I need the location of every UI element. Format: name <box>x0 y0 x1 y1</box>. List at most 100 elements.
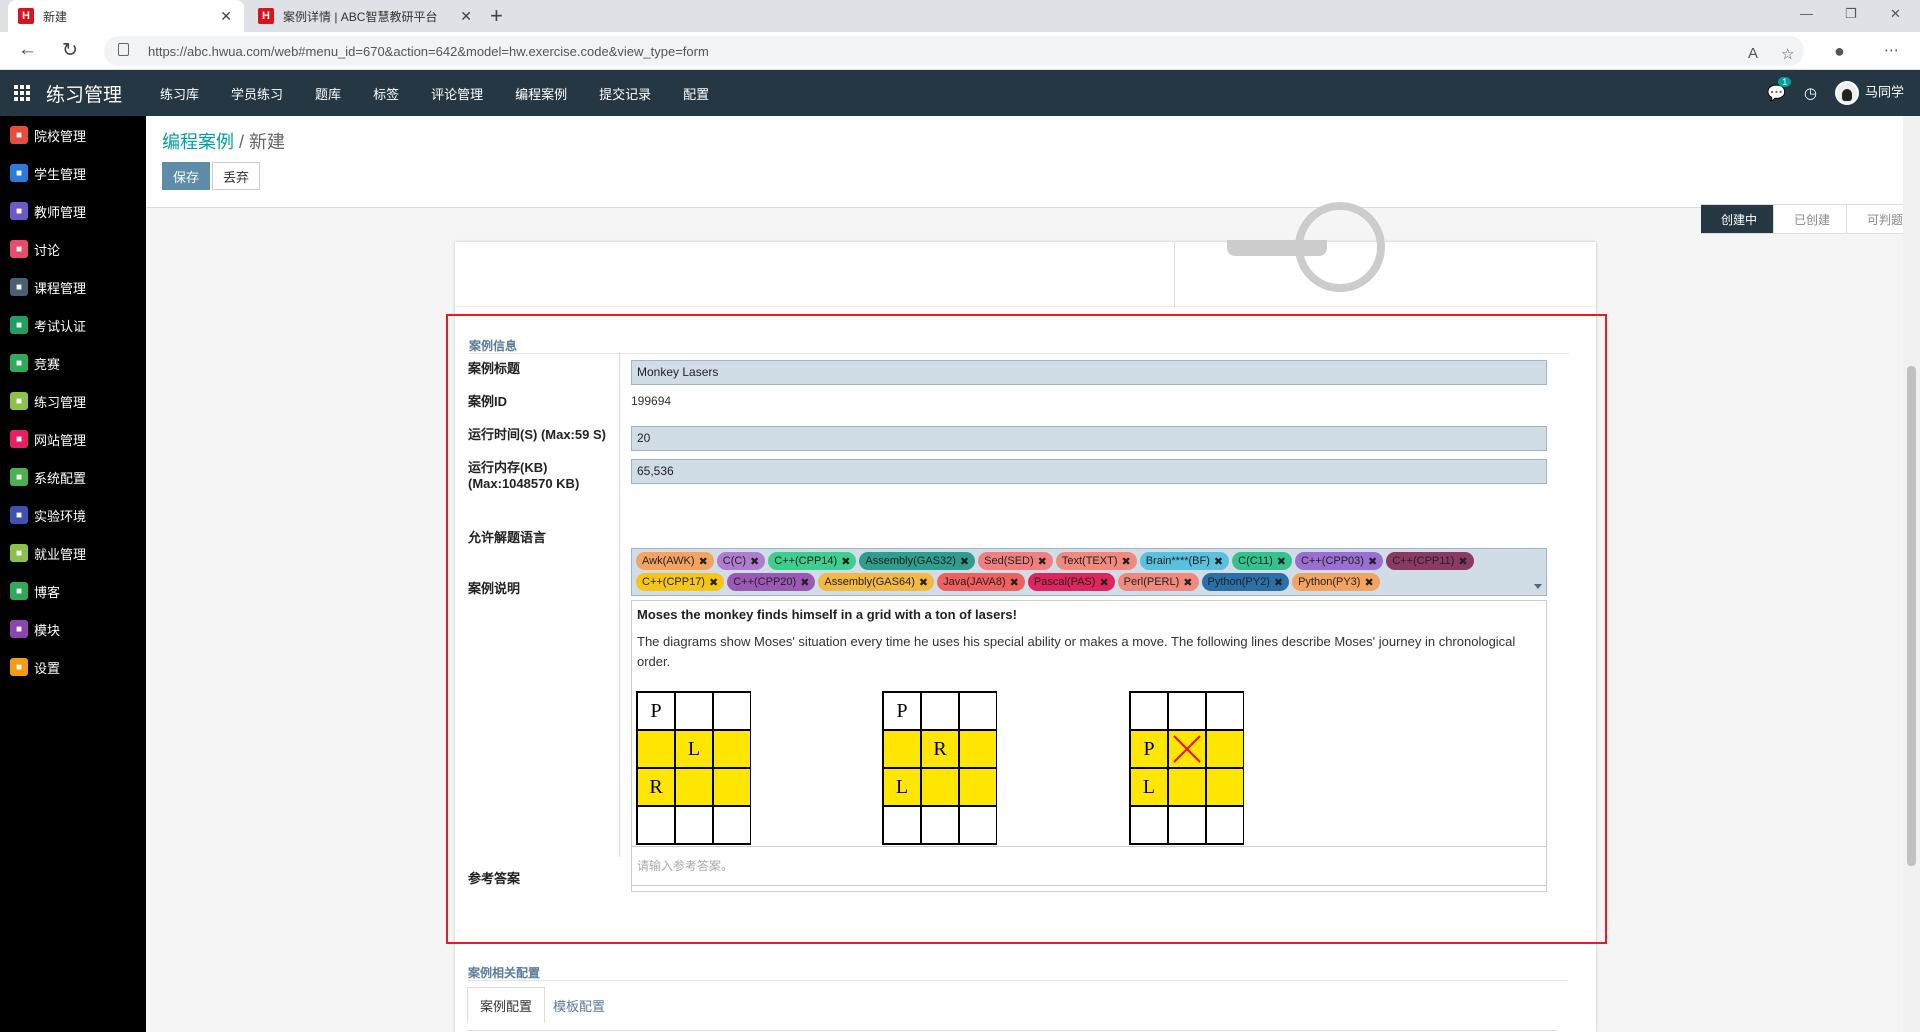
language-tag[interactable]: Perl(PERL) ✖ <box>1117 573 1199 591</box>
menu-question-bank[interactable]: 题库 <box>315 84 341 103</box>
remove-tag-icon[interactable]: ✖ <box>1099 576 1108 589</box>
form-sheet: 案例信息 案例标题 Monkey Lasers 案例ID 199694 运行时间… <box>446 202 1607 1032</box>
discard-button[interactable]: 丢弃 <box>212 162 261 190</box>
remove-tag-icon[interactable]: ✖ <box>699 555 708 568</box>
language-tag[interactable]: C++(CPP14) ✖ <box>768 552 857 570</box>
sidebar-item[interactable]: ■ 实验环境 <box>0 496 146 534</box>
sidebar-item[interactable]: ■ 练习管理 <box>0 382 146 420</box>
sidebar-item[interactable]: ■ 设置 <box>0 648 146 686</box>
section-title-case-info: 案例信息 <box>469 339 518 353</box>
new-tab-icon[interactable]: + <box>490 3 503 29</box>
user-menu[interactable]: 马同学 <box>1834 81 1904 105</box>
sidebar-item[interactable]: ■ 竞赛 <box>0 344 146 382</box>
grid-diagram: PL <box>1129 691 1244 845</box>
answer-input[interactable]: 请输入参考答案。 <box>631 846 1547 886</box>
language-tag[interactable]: Text(TEXT) ✖ <box>1055 552 1137 570</box>
sidebar-item[interactable]: ■ 课程管理 <box>0 268 146 306</box>
remove-tag-icon[interactable]: ✖ <box>709 576 718 589</box>
sidebar-item[interactable]: ■ 模块 <box>0 610 146 648</box>
remove-tag-icon[interactable]: ✖ <box>919 576 928 589</box>
remove-tag-icon[interactable]: ✖ <box>1368 555 1377 568</box>
remove-tag-icon[interactable]: ✖ <box>1038 555 1047 568</box>
back-icon[interactable]: ← <box>18 39 37 61</box>
url-field[interactable]: https://abc.hwua.com/web#menu_id=670&act… <box>104 36 1804 66</box>
remove-tag-icon[interactable]: ✖ <box>960 555 969 568</box>
menu-config[interactable]: 配置 <box>683 84 709 103</box>
sidebar-item[interactable]: ■ 院校管理 <box>0 116 146 154</box>
sidebar-item[interactable]: ■ 考试认证 <box>0 306 146 344</box>
more-icon[interactable]: ⋯ <box>1884 41 1899 59</box>
language-tag[interactable]: Sed(SED) ✖ <box>978 552 1053 570</box>
scrollbar-thumb[interactable] <box>1907 366 1916 866</box>
remove-tag-icon[interactable]: ✖ <box>1214 555 1223 568</box>
language-tag[interactable]: Brain****(BF) ✖ <box>1139 552 1230 570</box>
stage-created[interactable]: 已创建 <box>1773 204 1847 234</box>
profile-icon[interactable]: ● <box>1834 41 1845 62</box>
sidebar-item[interactable]: ■ 就业管理 <box>0 534 146 572</box>
close-icon[interactable]: ✕ <box>220 8 232 25</box>
tab-template-config[interactable]: 模板配置 <box>541 987 617 1023</box>
language-tag[interactable]: C++(CPP03) ✖ <box>1294 552 1384 570</box>
chat-icon[interactable]: 💬 1 <box>1767 77 1792 102</box>
close-icon[interactable]: ✕ <box>460 8 472 25</box>
breadcrumb-parent[interactable]: 编程案例 <box>162 132 234 152</box>
language-tag[interactable]: C++(CPP17) ✖ <box>636 573 725 591</box>
page-scrollbar[interactable] <box>1903 116 1920 1032</box>
sidebar-item[interactable]: ■ 教师管理 <box>0 192 146 230</box>
menu-tags[interactable]: 标签 <box>373 84 399 103</box>
remove-tag-icon[interactable]: ✖ <box>841 555 850 568</box>
menu-student-practice[interactable]: 学员练习 <box>231 84 283 103</box>
case-title-input[interactable]: Monkey Lasers <box>631 360 1547 385</box>
menu-comments[interactable]: 评论管理 <box>431 84 483 103</box>
menu-coding-cases[interactable]: 编程案例 <box>515 84 567 103</box>
run-time-input[interactable]: 20 <box>631 426 1547 451</box>
stage-creating[interactable]: 创建中 <box>1700 204 1774 234</box>
language-tag[interactable]: C++(CPP11) ✖ <box>1386 552 1474 570</box>
remove-tag-icon[interactable]: ✖ <box>1277 555 1286 568</box>
language-tag[interactable]: C(C) ✖ <box>716 552 766 570</box>
save-button[interactable]: 保存 <box>162 162 211 190</box>
sidebar-item[interactable]: ■ 博客 <box>0 572 146 610</box>
reload-icon[interactable]: ↻ <box>62 39 78 62</box>
browser-tab-new[interactable]: H 新建 ✕ <box>8 0 244 32</box>
language-tag[interactable]: Python(PY2) ✖ <box>1201 573 1290 591</box>
remove-tag-icon[interactable]: ✖ <box>800 576 809 589</box>
remove-tag-icon[interactable]: ✖ <box>1274 576 1283 589</box>
language-tag[interactable]: Pascal(PAS) ✖ <box>1027 573 1115 591</box>
sidebar-item[interactable]: ■ 学生管理 <box>0 154 146 192</box>
read-aloud-icon[interactable]: A <box>1748 45 1758 62</box>
remove-tag-icon[interactable]: ✖ <box>1183 576 1192 589</box>
apps-grid-icon[interactable] <box>14 85 30 101</box>
laser-cross-icon <box>1173 735 1201 763</box>
remove-tag-icon[interactable]: ✖ <box>1458 555 1467 568</box>
remove-tag-icon[interactable]: ✖ <box>1010 576 1019 589</box>
languages-tag-field[interactable]: Awk(AWK) ✖ C(C) ✖ C++(CPP14) ✖ Assembly(GAS32)… <box>631 548 1547 596</box>
browser-tab-case-detail[interactable]: H 案例详情 | ABC智慧教研平台 ✕ <box>248 0 484 32</box>
sidebar-item[interactable]: ■ 讨论 <box>0 230 146 268</box>
remove-tag-icon[interactable]: ✖ <box>750 555 759 568</box>
remove-tag-icon[interactable]: ✖ <box>1364 576 1373 589</box>
dropdown-caret-icon[interactable] <box>1534 584 1542 589</box>
grid-cell <box>637 730 675 768</box>
tab-case-config[interactable]: 案例配置 <box>467 987 546 1023</box>
language-tag[interactable]: Awk(AWK) ✖ <box>636 552 714 570</box>
language-tag[interactable]: Java(JAVA8) ✖ <box>937 573 1025 591</box>
label-memory: 运行内存(KB) <box>468 460 548 475</box>
favorite-icon[interactable]: ☆ <box>1781 45 1794 63</box>
language-tag[interactable]: C(C11) ✖ <box>1232 552 1292 570</box>
sidebar-item[interactable]: ■ 系统配置 <box>0 458 146 496</box>
close-window-icon[interactable]: ✕ <box>1890 6 1901 22</box>
sidebar-item[interactable]: ■ 网站管理 <box>0 420 146 458</box>
language-tag[interactable]: C++(CPP20) ✖ <box>727 573 816 591</box>
menu-submissions[interactable]: 提交记录 <box>599 84 651 103</box>
menu-exercise-lib[interactable]: 练习库 <box>160 84 199 103</box>
minimize-icon[interactable]: — <box>1800 6 1813 21</box>
restore-icon[interactable]: ❐ <box>1845 6 1857 22</box>
clock-icon[interactable]: ◷ <box>1804 84 1817 102</box>
language-tag[interactable]: Assembly(GAS32) ✖ <box>859 552 976 570</box>
remove-tag-icon[interactable]: ✖ <box>1122 555 1131 568</box>
language-tag[interactable]: Python(PY3) ✖ <box>1292 573 1380 591</box>
memory-input[interactable]: 65,536 <box>631 459 1547 484</box>
grid-diagram: PRL <box>882 691 997 845</box>
language-tag[interactable]: Assembly(GAS64) ✖ <box>818 573 935 591</box>
